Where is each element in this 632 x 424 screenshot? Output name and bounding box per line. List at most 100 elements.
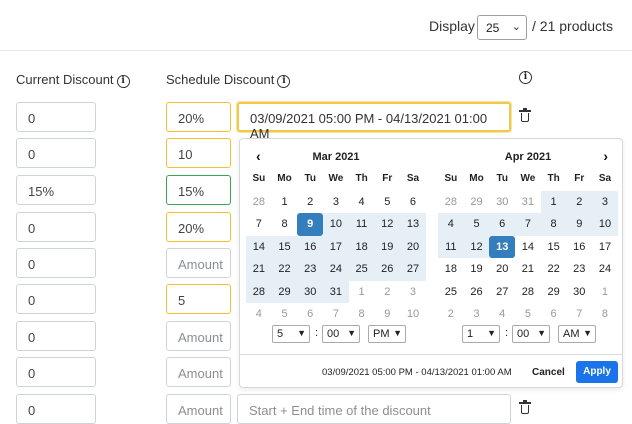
calendar-day[interactable]: 5	[374, 191, 400, 214]
calendar-day[interactable]: 2	[438, 303, 464, 326]
current-discount-field[interactable]: 0	[16, 102, 96, 132]
calendar-day[interactable]: 19	[374, 235, 401, 258]
calendar-day[interactable]: 31	[515, 191, 541, 214]
trash-icon[interactable]	[519, 108, 531, 122]
calendar-day[interactable]: 14	[515, 236, 541, 259]
apply-button[interactable]: Apply	[576, 361, 618, 383]
schedule-discount-field[interactable]: 15%	[166, 175, 231, 205]
calendar-day[interactable]: 26	[374, 258, 401, 281]
calendar-day[interactable]: 2	[374, 281, 400, 304]
calendar-day[interactable]: 27	[400, 258, 426, 281]
calendar-day[interactable]: 28	[515, 281, 541, 304]
calendar-day[interactable]: 5	[515, 303, 541, 326]
calendar-day[interactable]: 26	[464, 281, 490, 304]
calendar-day[interactable]: 13	[400, 213, 426, 236]
calendar-day[interactable]: 17	[592, 236, 618, 259]
end-hour-select[interactable]: 1 ▼	[462, 325, 500, 343]
current-discount-field[interactable]: 0	[16, 321, 96, 351]
schedule-discount-field[interactable]: 5	[166, 284, 231, 314]
calendar-day[interactable]: 5	[272, 303, 298, 326]
info-icon[interactable]: i	[277, 75, 291, 88]
calendar-day[interactable]: 14	[246, 235, 272, 258]
end-ampm-select[interactable]: AM ▼	[558, 325, 596, 343]
calendar-day[interactable]: 16	[566, 236, 592, 259]
calendar-day[interactable]: 3	[323, 191, 349, 214]
calendar-day[interactable]: 9	[297, 213, 324, 236]
calendar-day[interactable]: 28	[246, 280, 272, 303]
calendar-day[interactable]: 15	[271, 235, 298, 258]
calendar-day[interactable]: 1	[349, 281, 375, 304]
schedule-discount-field[interactable]: 10	[166, 138, 231, 168]
current-discount-field[interactable]: 0	[16, 284, 96, 314]
calendar-day[interactable]: 28	[246, 191, 272, 214]
calendar-day[interactable]: 8	[592, 303, 618, 326]
calendar-day[interactable]: 8	[349, 303, 375, 326]
calendar-day[interactable]: 5	[463, 213, 490, 236]
calendar-day[interactable]: 4	[246, 303, 272, 326]
calendar-day[interactable]: 4	[438, 213, 464, 236]
cancel-button[interactable]: Cancel	[528, 364, 569, 381]
calendar-day[interactable]: 11	[348, 213, 375, 236]
calendar-day[interactable]: 16	[297, 235, 324, 258]
calendar-day[interactable]: 7	[246, 213, 272, 236]
calendar-day[interactable]: 30	[489, 191, 515, 214]
calendar-day[interactable]: 30	[566, 281, 592, 304]
calendar-day[interactable]: 21	[246, 258, 272, 281]
calendar-day[interactable]: 18	[438, 258, 464, 281]
schedule-discount-field[interactable]: Amount	[166, 321, 231, 351]
calendar-day[interactable]: 13	[489, 235, 516, 258]
current-discount-field[interactable]: 0	[16, 394, 96, 424]
calendar-day[interactable]: 3	[464, 303, 490, 326]
calendar-day[interactable]: 19	[464, 258, 490, 281]
calendar-day[interactable]: 6	[400, 191, 426, 214]
current-discount-field[interactable]: 0	[16, 357, 96, 387]
calendar-day[interactable]: 1	[592, 281, 618, 304]
calendar-day[interactable]: 23	[566, 258, 592, 281]
current-discount-field[interactable]: 0	[16, 138, 96, 168]
calendar-day[interactable]: 1	[540, 190, 567, 213]
start-ampm-select[interactable]: PM ▼	[368, 325, 406, 343]
start-hour-select[interactable]: 5 ▼	[272, 325, 310, 343]
calendar-day[interactable]: 25	[438, 281, 464, 304]
schedule-discount-field[interactable]: 20%	[166, 102, 231, 132]
calendar-day[interactable]: 21	[515, 258, 541, 281]
schedule-time-info-icon[interactable]: i	[519, 71, 532, 84]
calendar-day[interactable]: 29	[464, 191, 490, 214]
calendar-day[interactable]: 9	[566, 213, 593, 236]
chevron-left-icon[interactable]: ‹	[256, 148, 261, 164]
schedule-discount-field[interactable]: Amount	[166, 248, 231, 278]
calendar-day[interactable]: 31	[323, 280, 349, 303]
info-icon[interactable]: i	[116, 75, 130, 88]
calendar-day[interactable]: 2	[566, 190, 593, 213]
calendar-day[interactable]: 2	[297, 191, 323, 214]
calendar-day[interactable]: 4	[489, 303, 515, 326]
calendar-day[interactable]: 1	[272, 191, 298, 214]
calendar-day[interactable]: 12	[374, 213, 401, 236]
calendar-day[interactable]: 15	[541, 236, 567, 259]
calendar-day[interactable]: 30	[297, 280, 324, 303]
calendar-day[interactable]: 6	[297, 303, 323, 326]
calendar-day[interactable]: 29	[541, 281, 567, 304]
calendar-day[interactable]: 24	[323, 258, 349, 281]
current-discount-field[interactable]: 0	[16, 212, 96, 242]
calendar-day[interactable]: 7	[323, 303, 349, 326]
calendar-day[interactable]: 22	[271, 258, 298, 281]
calendar-day[interactable]: 23	[297, 258, 324, 281]
schedule-discount-field[interactable]: Amount	[166, 357, 231, 387]
calendar-day[interactable]: 8	[272, 213, 298, 236]
end-minute-select[interactable]: 00 ▼	[512, 325, 550, 343]
schedule-discount-field[interactable]: Amount	[166, 394, 231, 424]
calendar-day[interactable]: 10	[400, 303, 426, 326]
per-page-select[interactable]: 25 ⌄	[477, 15, 527, 40]
calendar-day[interactable]: 6	[541, 303, 567, 326]
calendar-day[interactable]: 8	[540, 213, 567, 236]
calendar-day[interactable]: 10	[323, 213, 349, 236]
calendar-day[interactable]: 18	[348, 235, 375, 258]
calendar-day[interactable]: 6	[489, 213, 516, 236]
calendar-day[interactable]: 28	[438, 191, 464, 214]
calendar-day[interactable]: 25	[348, 258, 375, 281]
chevron-right-icon[interactable]: ›	[603, 148, 608, 164]
calendar-day[interactable]: 11	[438, 235, 464, 258]
calendar-day[interactable]: 7	[566, 303, 592, 326]
current-discount-field[interactable]: 0	[16, 248, 96, 278]
